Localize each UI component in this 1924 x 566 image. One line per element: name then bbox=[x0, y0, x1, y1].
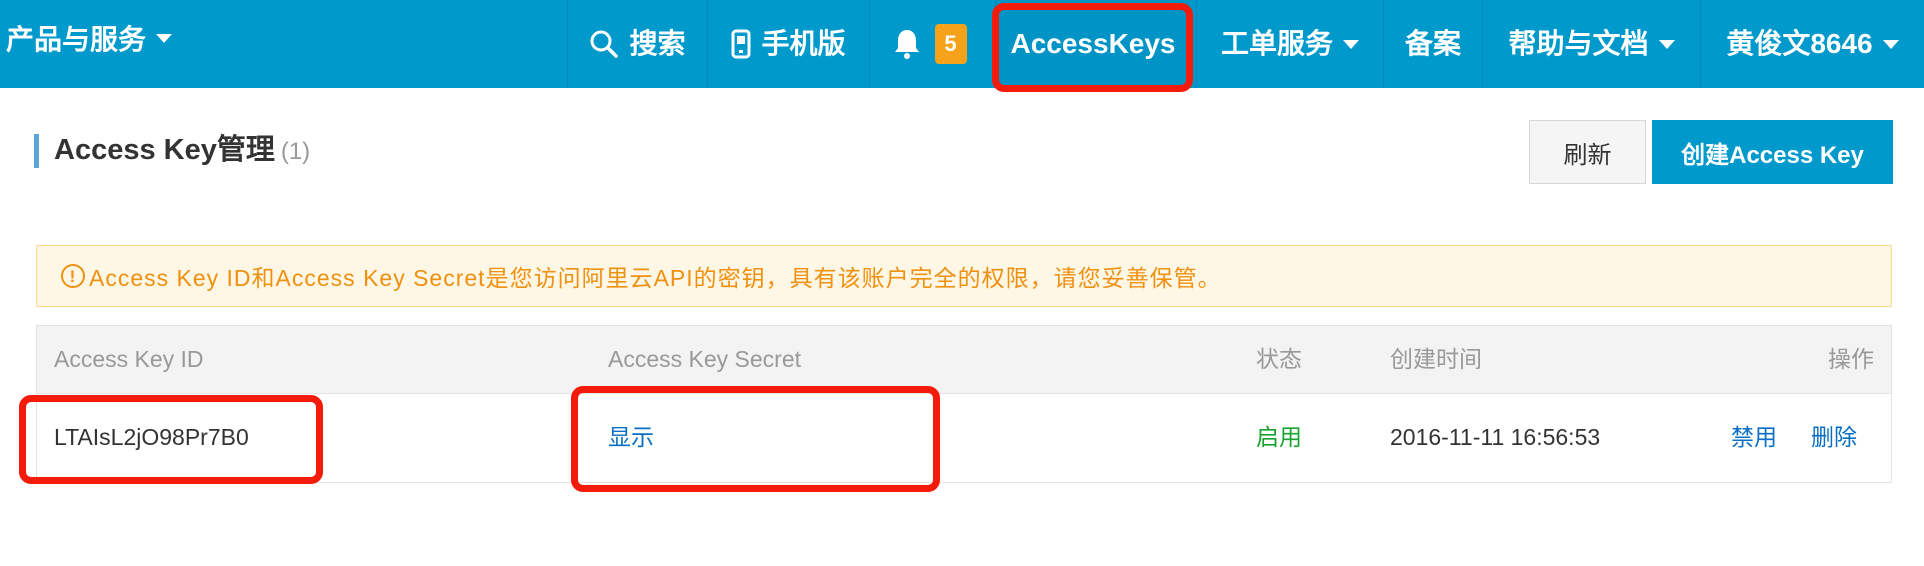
column-header-status: 状态 bbox=[1256, 346, 1302, 372]
table-row: LTAIsL2jO98Pr7B0 显示 启用 2016-11-11 16:56:… bbox=[37, 394, 1891, 482]
search-icon bbox=[590, 30, 619, 58]
top-nav-bar: 产品与服务 搜索 手机版 5 AccessKeys 工单服务 备案 帮助与文档 … bbox=[0, 0, 1924, 88]
column-header-actions: 操作 bbox=[1828, 346, 1874, 372]
create-access-key-button[interactable]: 创建Access Key bbox=[1652, 120, 1893, 184]
nav-ticket-label: 工单服务 bbox=[1220, 28, 1333, 59]
nav-beian[interactable]: 备案 bbox=[1383, 0, 1482, 88]
warning-icon: ! bbox=[61, 264, 85, 288]
alert-text: Access Key ID和Access Key Secret是您访问阿里云AP… bbox=[89, 265, 1222, 291]
nav-help-label: 帮助与文档 bbox=[1508, 28, 1649, 59]
refresh-button[interactable]: 刷新 bbox=[1529, 120, 1646, 184]
nav-beian-label: 备案 bbox=[1404, 28, 1461, 59]
chevron-down-icon bbox=[1658, 39, 1675, 49]
access-key-id-value: LTAIsL2jO98Pr7B0 bbox=[54, 424, 249, 450]
column-header-key-id: Access Key ID bbox=[54, 346, 204, 372]
nav-notifications[interactable]: 5 bbox=[869, 0, 989, 88]
nav-ticket-service[interactable]: 工单服务 bbox=[1196, 0, 1383, 88]
chevron-down-icon bbox=[1343, 39, 1359, 49]
products-menu[interactable]: 产品与服务 bbox=[6, 0, 173, 76]
products-menu-label: 产品与服务 bbox=[6, 24, 147, 55]
delete-key-link[interactable]: 删除 bbox=[1811, 394, 1857, 480]
nav-accesskeys-label: AccessKeys bbox=[1010, 28, 1176, 59]
disable-key-link[interactable]: 禁用 bbox=[1731, 394, 1777, 480]
table-header: Access Key ID Access Key Secret 状态 创建时间 … bbox=[37, 326, 1891, 394]
mobile-phone-icon bbox=[731, 29, 751, 59]
nav-user-label: 黄俊文8646 bbox=[1726, 28, 1873, 59]
security-warning-alert: ! Access Key ID和Access Key Secret是您访问阿里云… bbox=[36, 245, 1892, 307]
column-header-key-secret: Access Key Secret bbox=[608, 346, 802, 372]
access-key-count: (1) bbox=[280, 138, 311, 165]
page-title-text: Access Key管理 bbox=[54, 134, 275, 166]
nav-user-menu[interactable]: 黄俊文8646 bbox=[1700, 0, 1924, 88]
status-badge: 启用 bbox=[1256, 424, 1302, 450]
nav-mobile[interactable]: 手机版 bbox=[707, 0, 869, 88]
nav-help-docs[interactable]: 帮助与文档 bbox=[1482, 0, 1700, 88]
page-title: Access Key管理 (1) bbox=[54, 128, 310, 174]
notification-count-badge: 5 bbox=[934, 24, 967, 64]
access-key-table: Access Key ID Access Key Secret 状态 创建时间 … bbox=[36, 325, 1892, 483]
created-time-value: 2016-11-11 16:56:53 bbox=[1390, 424, 1601, 450]
nav-accesskeys[interactable]: AccessKeys bbox=[995, 0, 1190, 88]
chevron-down-icon bbox=[156, 33, 173, 43]
show-secret-link[interactable]: 显示 bbox=[608, 394, 654, 480]
nav-search-label: 搜索 bbox=[629, 28, 686, 59]
column-header-created-time: 创建时间 bbox=[1390, 346, 1482, 372]
nav-search[interactable]: 搜索 bbox=[567, 0, 707, 88]
title-accent-bar bbox=[34, 134, 39, 168]
nav-mobile-label: 手机版 bbox=[761, 28, 846, 59]
bell-icon bbox=[894, 30, 919, 59]
chevron-down-icon bbox=[1882, 39, 1899, 49]
